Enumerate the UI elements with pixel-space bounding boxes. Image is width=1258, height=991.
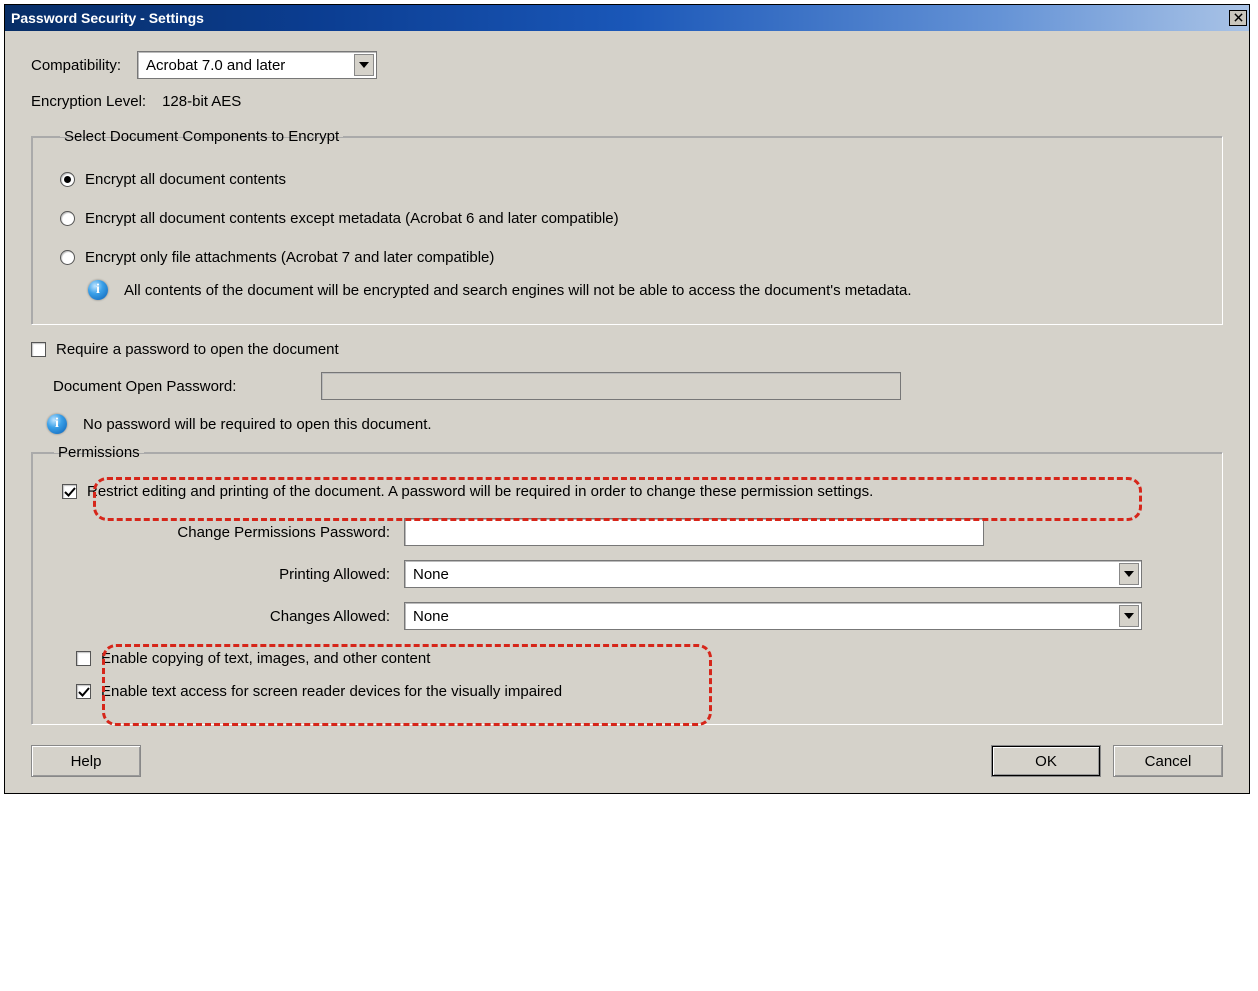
- compatibility-value: Acrobat 7.0 and later: [146, 57, 285, 74]
- encrypt-except-metadata-label: Encrypt all document contents except met…: [85, 210, 619, 227]
- encrypt-all-label: Encrypt all document contents: [85, 171, 286, 188]
- compatibility-row: Compatibility: Acrobat 7.0 and later: [31, 51, 1223, 79]
- permissions-legend: Permissions: [54, 444, 144, 461]
- encrypt-all-radio[interactable]: [60, 172, 75, 187]
- dialog-body: Compatibility: Acrobat 7.0 and later Enc…: [5, 31, 1249, 793]
- compatibility-label: Compatibility:: [31, 57, 121, 74]
- help-button-label: Help: [71, 753, 102, 770]
- encrypt-except-metadata-radio[interactable]: [60, 211, 75, 226]
- info-icon: i: [47, 414, 67, 434]
- enable-screenreader-checkbox[interactable]: [76, 684, 91, 699]
- encrypt-attachments-radio-row[interactable]: Encrypt only file attachments (Acrobat 7…: [60, 249, 1202, 266]
- changes-allowed-value: None: [413, 608, 449, 625]
- change-permissions-password-row: Change Permissions Password:: [54, 518, 1202, 546]
- change-permissions-password-label: Change Permissions Password:: [54, 524, 404, 541]
- cancel-button-label: Cancel: [1145, 753, 1192, 770]
- restrict-editing-checkbox[interactable]: [62, 484, 77, 499]
- encrypt-all-radio-row[interactable]: Encrypt all document contents: [60, 171, 1202, 188]
- encryption-level-value: 128-bit AES: [162, 93, 241, 110]
- titlebar: Password Security - Settings: [5, 5, 1249, 31]
- encrypt-attachments-radio[interactable]: [60, 250, 75, 265]
- window-title: Password Security - Settings: [11, 10, 204, 26]
- restrict-editing-row[interactable]: Restrict editing and printing of the doc…: [62, 483, 1202, 500]
- encryption-level-label: Encryption Level:: [31, 93, 146, 110]
- chevron-down-icon: [354, 54, 374, 76]
- printing-allowed-row: Printing Allowed: None: [54, 560, 1202, 588]
- close-icon: [1234, 12, 1243, 24]
- enable-copying-row[interactable]: Enable copying of text, images, and othe…: [76, 650, 1202, 667]
- document-open-password-row: Document Open Password:: [31, 372, 1223, 400]
- printing-allowed-label: Printing Allowed:: [54, 566, 404, 583]
- open-password-section: Require a password to open the document …: [31, 341, 1223, 434]
- cancel-button[interactable]: Cancel: [1113, 745, 1223, 777]
- enable-copying-label: Enable copying of text, images, and othe…: [101, 650, 430, 667]
- enable-copying-checkbox[interactable]: [76, 651, 91, 666]
- right-buttons: OK Cancel: [979, 745, 1223, 777]
- changes-allowed-select[interactable]: None: [404, 602, 1142, 630]
- password-security-settings-window: Password Security - Settings Compatibili…: [4, 4, 1250, 794]
- permissions-form: Change Permissions Password: Printing Al…: [54, 518, 1202, 630]
- copy-highlight-wrap: Enable copying of text, images, and othe…: [54, 650, 1202, 700]
- chevron-down-icon: [1119, 605, 1139, 627]
- require-open-password-label: Require a password to open the document: [56, 341, 339, 358]
- button-bar: Help OK Cancel: [31, 745, 1223, 777]
- encrypt-components-legend: Select Document Components to Encrypt: [60, 128, 343, 145]
- restrict-editing-label: Restrict editing and printing of the doc…: [87, 483, 873, 500]
- permissions-group: Permissions Restrict editing and printin…: [31, 444, 1223, 725]
- require-open-password-row[interactable]: Require a password to open the document: [31, 341, 1223, 358]
- change-permissions-password-input[interactable]: [404, 518, 984, 546]
- document-open-password-input: [321, 372, 901, 400]
- compatibility-select[interactable]: Acrobat 7.0 and later: [137, 51, 377, 79]
- changes-allowed-label: Changes Allowed:: [54, 608, 404, 625]
- encryption-level-row: Encryption Level: 128-bit AES: [31, 93, 1223, 110]
- changes-allowed-row: Changes Allowed: None: [54, 602, 1202, 630]
- open-password-info-row: i No password will be required to open t…: [47, 414, 1223, 434]
- encrypt-info-row: i All contents of the document will be e…: [88, 280, 1202, 300]
- open-password-info-text: No password will be required to open thi…: [83, 416, 432, 433]
- encrypt-info-text: All contents of the document will be enc…: [124, 282, 912, 299]
- document-open-password-label: Document Open Password:: [31, 378, 321, 395]
- encrypt-components-group: Select Document Components to Encrypt En…: [31, 128, 1223, 325]
- enable-screenreader-row[interactable]: Enable text access for screen reader dev…: [76, 683, 1202, 700]
- encrypt-attachments-label: Encrypt only file attachments (Acrobat 7…: [85, 249, 494, 266]
- enable-screenreader-label: Enable text access for screen reader dev…: [101, 683, 562, 700]
- require-open-password-checkbox[interactable]: [31, 342, 46, 357]
- ok-button-label: OK: [1035, 753, 1057, 770]
- printing-allowed-select[interactable]: None: [404, 560, 1142, 588]
- printing-allowed-value: None: [413, 566, 449, 583]
- encrypt-except-metadata-radio-row[interactable]: Encrypt all document contents except met…: [60, 210, 1202, 227]
- info-icon: i: [88, 280, 108, 300]
- close-button[interactable]: [1229, 10, 1247, 26]
- chevron-down-icon: [1119, 563, 1139, 585]
- ok-button[interactable]: OK: [991, 745, 1101, 777]
- restrict-highlight-wrap: Restrict editing and printing of the doc…: [54, 483, 1202, 500]
- help-button[interactable]: Help: [31, 745, 141, 777]
